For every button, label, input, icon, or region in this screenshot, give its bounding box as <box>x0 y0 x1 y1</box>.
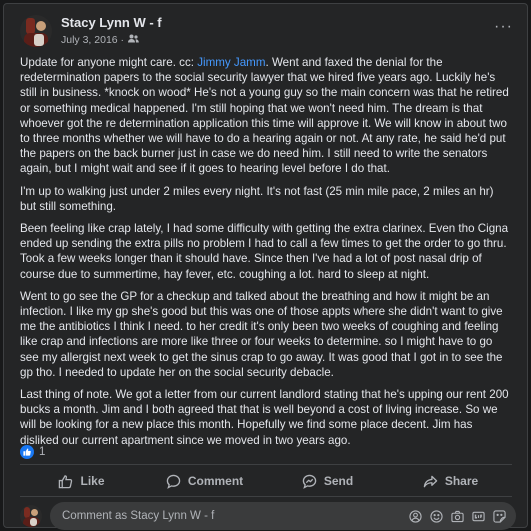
like-label: Like <box>80 474 105 488</box>
post-date[interactable]: July 3, 2016 · <box>61 33 124 47</box>
avatar-icon[interactable] <box>409 509 422 523</box>
comment-composer: Comment as Stacy Lynn W - f <box>20 502 516 530</box>
send-icon <box>302 474 317 489</box>
post-text: Update for anyone might care. cc: Jimmy … <box>20 55 512 455</box>
comment-tools <box>409 509 506 523</box>
post-paragraph-5: Last thing of note. We got a letter from… <box>20 388 509 447</box>
post-date-row: July 3, 2016 · <box>61 33 162 47</box>
author-avatar[interactable] <box>20 15 52 47</box>
comment-placeholder: Comment as Stacy Lynn W - f <box>62 510 215 522</box>
send-label: Send <box>323 474 354 488</box>
more-icon[interactable]: ··· <box>494 18 513 36</box>
send-button[interactable]: Send <box>266 468 389 494</box>
camera-icon[interactable] <box>451 510 464 523</box>
comment-button[interactable]: Comment <box>143 468 266 494</box>
avatar-icon <box>20 505 42 527</box>
reactions-summary[interactable]: 1 <box>20 445 45 459</box>
divider <box>20 464 512 465</box>
like-button[interactable]: Like <box>20 468 143 494</box>
comment-label: Comment <box>187 474 244 488</box>
like-reaction-icon <box>20 445 34 459</box>
post-paragraph-4: Went to go see the GP for a checkup and … <box>20 289 503 379</box>
share-icon <box>423 474 438 489</box>
post-paragraph-3: Been feeling like crap lately, I had som… <box>20 222 509 281</box>
sticker-icon[interactable] <box>493 509 506 523</box>
post-header: Stacy Lynn W - f July 3, 2016 · <box>20 15 162 47</box>
reaction-count: 1 <box>39 446 46 458</box>
author-name[interactable]: Stacy Lynn W - f <box>61 15 162 31</box>
share-button[interactable]: Share <box>389 468 512 494</box>
post-card: Stacy Lynn W - f July 3, 2016 · ··· Upda… <box>3 3 528 530</box>
emoji-icon[interactable] <box>430 509 443 523</box>
share-label: Share <box>444 474 479 488</box>
like-icon <box>58 474 73 489</box>
audience-friends-icon <box>128 33 139 47</box>
mention-link[interactable]: Jimmy Jamm <box>197 56 265 69</box>
gif-icon[interactable] <box>472 510 485 523</box>
post-meta: Stacy Lynn W - f July 3, 2016 · <box>61 15 162 47</box>
post-paragraph-2: I'm up to walking just under 2 miles eve… <box>20 184 494 213</box>
comment-icon <box>166 474 181 489</box>
post-paragraph-1: Update for anyone might care. cc: Jimmy … <box>20 56 509 176</box>
post-actions: Like Comment Send Share <box>20 468 512 494</box>
comment-input[interactable]: Comment as Stacy Lynn W - f <box>50 502 516 530</box>
divider <box>20 496 512 497</box>
